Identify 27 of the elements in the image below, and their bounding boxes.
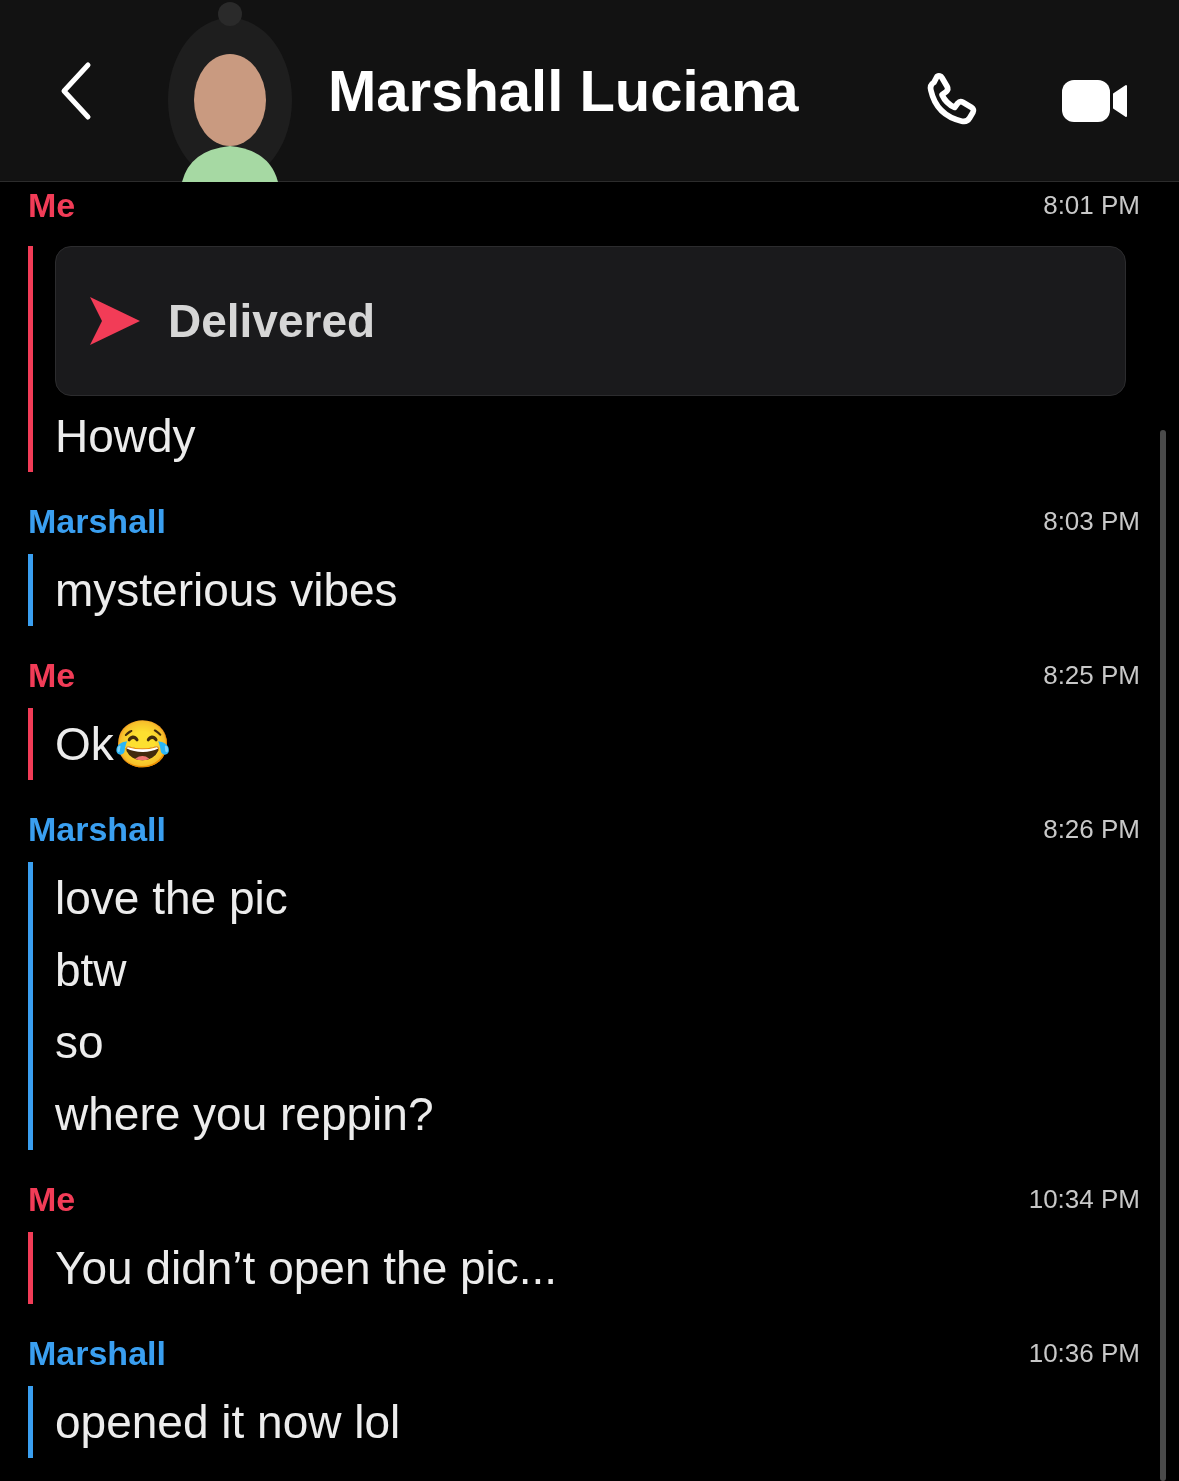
sender-name: Marshall xyxy=(28,1332,166,1374)
timestamp: 8:25 PM xyxy=(1043,658,1140,692)
timestamp: 8:03 PM xyxy=(1043,504,1140,538)
sender-name: Marshall xyxy=(28,500,166,542)
timestamp: 10:34 PM xyxy=(1028,1182,1140,1216)
contact-name[interactable]: Marshall Luciana xyxy=(328,47,799,134)
message-text: opened it now lol xyxy=(55,1395,402,1450)
scrollbar[interactable] xyxy=(1160,430,1166,1481)
delivered-card[interactable]: Delivered xyxy=(55,246,1126,396)
timestamp: 10:36 PM xyxy=(1028,1336,1140,1370)
sender-name: Me xyxy=(28,654,76,696)
message-text: btw xyxy=(55,943,128,998)
video-camera-icon[interactable] xyxy=(1062,78,1128,124)
sender-name: Me xyxy=(28,1178,76,1220)
message-text: love the pic xyxy=(55,871,289,926)
sender-name: Me xyxy=(28,184,76,226)
arrow-icon xyxy=(88,295,142,347)
message-text: so xyxy=(55,1015,105,1070)
status-label: Delivered xyxy=(168,293,376,349)
message-text: mysterious vibes xyxy=(55,563,399,618)
message-text: Ok😂 xyxy=(55,717,172,772)
sender-name: Marshall xyxy=(28,808,166,850)
timestamp: 8:26 PM xyxy=(1043,812,1140,846)
message-text: You didn’t open the pic... xyxy=(55,1241,559,1296)
message-text: Howdy xyxy=(55,409,197,464)
timestamp: 8:01 PM xyxy=(1043,188,1140,222)
message-text: where you reppin? xyxy=(55,1087,435,1142)
